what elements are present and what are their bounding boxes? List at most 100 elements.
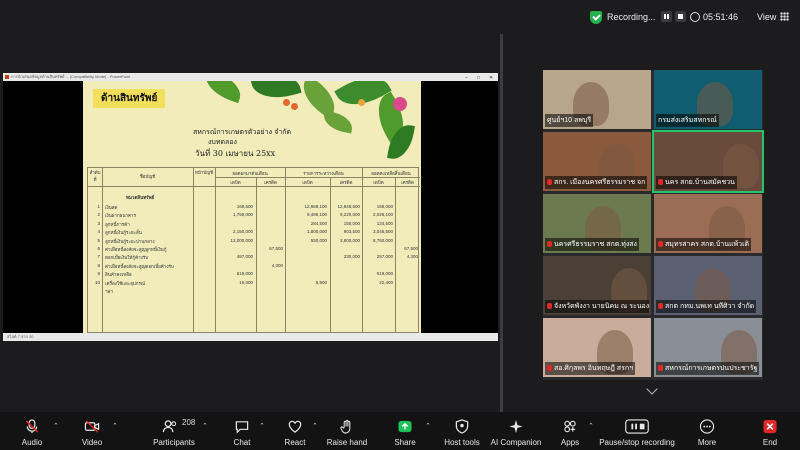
header-debit: เดบิต [230,180,241,185]
share-button[interactable]: Share [388,412,422,450]
ai-companion-label: AI Companion [490,438,542,447]
react-options-caret[interactable]: ⌃ [312,422,318,430]
participants-label: Participants [153,438,195,447]
table-cell-item: ลูกหนี้เงินกู้ระยะสั้น [105,230,142,236]
raise-hand-button[interactable]: Raise hand [326,412,368,450]
participant-name: ศูนย์ฯ10 ลพบุรี [545,114,594,127]
close-button[interactable]: ✕ [489,74,493,82]
table-cell-no: 8 [97,262,100,268]
mic-muted-icon [547,365,552,372]
category-label: หมวดสินทรัพย์ [126,195,155,200]
video-options-caret[interactable]: ⌃ [112,422,118,430]
table-cell-mid-cr: 150,000 [343,220,360,226]
video-button[interactable]: Video [72,412,112,450]
participant-name: สกร. เมืองนครศรีธรรมราช จก [545,176,648,189]
video-off-icon [84,420,100,433]
table-cell-cf-dr: 619,000 [376,271,393,277]
table-cell-bf-dr: 619,000 [236,271,253,277]
participant-gallery: ศูนย์ฯ10 ลพบุรี กรมส่งเสริมสหกรณ์สกร. เมื… [543,70,764,380]
mic-muted-icon [547,179,552,186]
pause-stop-icon [625,419,649,434]
more-label: More [697,438,717,447]
audio-label: Audio [21,438,43,447]
participant-name-text: นคร สกย.บ้านสมัคชวน [665,179,735,186]
table-cell-bf-dr: 12,000,000 [230,237,253,243]
view-menu-button[interactable]: View [757,12,776,22]
chat-label: Chat [233,438,251,447]
header-brought-forward: ยอดยกมาต้นเดือน [232,171,268,176]
berry-decoration [358,99,365,106]
minimize-button[interactable]: – [465,74,468,82]
react-button[interactable]: React [275,412,315,450]
participant-tile[interactable]: สกร. เมืองนครศรีธรรมราช จก [543,132,651,191]
table-cell-no: 2 [97,212,100,218]
table-cell-mid-dr: 9,486,100 [306,212,327,218]
participant-tile[interactable]: สกต กทม.นพเท นทีศิวา จำกัด [654,256,762,315]
chat-options-caret[interactable]: ⌃ [259,422,265,430]
table-cell-mid-cr: 9,220,000 [339,212,360,218]
participant-tile[interactable]: สมุทรสาคร สกต.บ้านแพ้วเติ [654,194,762,253]
powerpoint-titlebar: การนำเสนอข้อมูลด้านสินทรัพย์ ... [Compat… [3,73,498,81]
ai-companion-button[interactable]: AI Companion [490,412,542,450]
table-cell-item: ค่าเผื่อหนี้สงสัยจะสูญดอกเบี้ยค้างรับ [105,263,174,269]
table-cell-bf-dr: 16,500 [239,279,253,285]
host-tools-button[interactable]: Host tools [440,412,484,450]
participant-name: สกต กทม.นพเท นทีศิวา จำกัด [656,300,757,313]
participant-tile[interactable]: ศูนย์ฯ10 ลพบุรี [543,70,651,129]
stop-recording-button[interactable] [675,11,686,22]
split-divider[interactable] [500,34,503,412]
powerpoint-statusbar: สไลด์ 7 จาก 20 [3,333,498,341]
host-tools-label: Host tools [444,438,480,447]
participant-name-text: สอ.ศิกุลพร อินทฤษฎี สรกฯ [554,365,634,372]
mic-muted-icon [658,241,663,248]
apps-button[interactable]: Apps [553,412,587,450]
table-cell-no: 7 [97,254,100,260]
table-cell-mid-cr: 230,000 [343,254,360,260]
end-meeting-button[interactable]: End [755,412,785,450]
security-shield-icon[interactable] [590,11,602,24]
table-cell-bf-dr: 2,150,000 [232,229,253,235]
participant-tile[interactable]: นครศรีธรรมราช สกต.ทุ่งสง [543,194,651,253]
participants-button[interactable]: 208 Participants [148,412,200,450]
end-icon [763,419,777,434]
share-screen-icon [398,420,412,433]
apps-options-caret[interactable]: ⌃ [588,422,594,430]
header-credit: เครดิต [339,180,353,185]
table-cell-mid-dr: 284,500 [310,220,327,226]
table-cell-no: 3 [97,220,100,226]
apps-label: Apps [560,438,580,447]
audio-button[interactable]: Audio [12,412,52,450]
pause-stop-recording-label: Pause/stop recording [599,438,675,447]
participant-tile[interactable]: จังหวัดพังงา นายนิคม ณ ระนอง [543,256,651,315]
table-cell-mid-dr: 5,900 [315,279,327,285]
pause-recording-button[interactable] [661,11,672,22]
share-label: Share [394,438,416,447]
table-cell-cf-cr: 4,300 [406,254,418,260]
audio-options-caret[interactable]: ⌃ [53,422,59,430]
shared-screen: การนำเสนอข้อมูลด้านสินทรัพย์ ... [Compat… [3,73,498,341]
chevron-down-icon[interactable] [646,383,658,395]
more-button[interactable]: More [690,412,724,450]
mic-muted-icon [658,303,663,310]
table-cell-cf-dr: 8,750,000 [372,237,393,243]
table-cell-item: สินค้าคงเหลือ [105,272,132,278]
share-options-caret[interactable]: ⌃ [425,422,431,430]
table-cell-cf-dr: 257,000 [376,254,393,260]
pause-stop-recording-button[interactable]: Pause/stop recording [596,412,678,450]
maximize-button[interactable]: □ [477,74,480,82]
participant-name: จังหวัดพังงา นายนิคม ณ ระนอง [545,300,649,313]
participants-options-caret[interactable]: ⌃ [202,422,208,430]
chat-button[interactable]: Chat [222,412,262,450]
participant-tile[interactable]: กรมส่งเสริมสหกรณ์ [654,70,762,129]
meeting-timer: 05:51:46 [703,12,739,22]
table-cell-no: 10 [94,279,100,285]
window-title: การนำเสนอข้อมูลด้านสินทรัพย์ ... [Compat… [11,74,131,79]
flower-decoration [393,97,407,111]
participant-tile[interactable]: สอ.ศิกุลพร อินทฤษฎี สรกฯ [543,318,651,377]
participant-name-text: สกต กทม.นพเท นทีศิวา จำกัด [665,303,755,310]
participant-name: สมุทรสาคร สกต.บ้านแพ้วเติ [656,238,752,251]
participant-tile[interactable]: สหกรณ์การเกษตรปนประชารัฐ [654,318,762,377]
participant-tile[interactable]: นคร สกย.บ้านสมัคชวน [652,130,764,193]
table-cell-bf-cr: 4,300 [271,262,283,268]
header-page: หน้าบัญชี [194,170,214,175]
